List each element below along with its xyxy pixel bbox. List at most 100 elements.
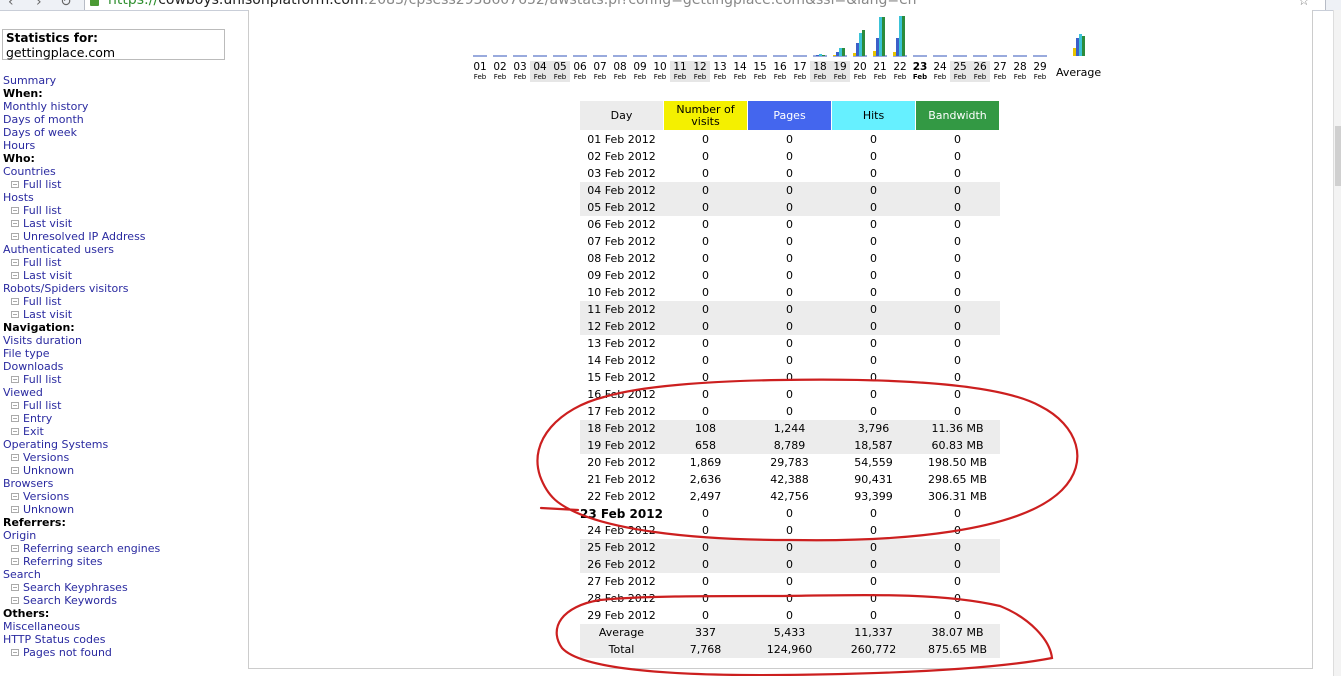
cell-hits: 0 [870, 592, 877, 605]
menu-link-summary[interactable]: Summary [3, 74, 239, 87]
graph-day-label: 17 Feb [790, 61, 810, 82]
menu-link-hosts[interactable]: Hosts [3, 191, 239, 204]
cell-day: 14 Feb 2012 [587, 354, 656, 367]
graph-day-label: 23 Feb [910, 61, 930, 82]
menu-label: Unknown [23, 464, 75, 477]
cell-day: 07 Feb 2012 [587, 235, 656, 248]
menu-link-origin[interactable]: Origin [3, 529, 239, 542]
menu-link-last-visit[interactable]: Last visit [3, 217, 239, 230]
bullet-icon [11, 258, 19, 266]
cell-pages: 0 [786, 286, 793, 299]
menu-link-unknown[interactable]: Unknown [3, 464, 239, 477]
menu-link-viewed[interactable]: Viewed [3, 386, 239, 399]
menu-link-robots-spiders-visitors[interactable]: Robots/Spiders visitors [3, 282, 239, 295]
cell-bandwidth: 0 [954, 405, 961, 418]
graph-baseline-mark [493, 55, 507, 57]
graph-day-label: 05 Feb [550, 61, 570, 82]
menu-link-unknown[interactable]: Unknown [3, 503, 239, 516]
graph-day-month: Feb [493, 73, 507, 81]
menu-link-days-of-month[interactable]: Days of month [3, 113, 239, 126]
graph-day-month: Feb [833, 73, 847, 81]
menu-link-authenticated-users[interactable]: Authenticated users [3, 243, 239, 256]
cell-visits: 0 [702, 371, 709, 384]
menu-link-search[interactable]: Search [3, 568, 239, 581]
table-row: 09 Feb 2012 0 0 0 0 [580, 267, 1000, 284]
graph-baseline-mark [653, 55, 667, 57]
menu-label: Exit [23, 425, 44, 438]
menu-section-when: When: [3, 87, 239, 100]
graph-baseline-mark [693, 55, 707, 57]
menu-link-search-keyphrases[interactable]: Search Keyphrases [3, 581, 239, 594]
menu-label: Countries [3, 165, 56, 178]
menu-link-browsers[interactable]: Browsers [3, 477, 239, 490]
menu-link-search-keywords[interactable]: Search Keywords [3, 594, 239, 607]
graph-day-number: 14 [733, 61, 747, 73]
menu-link-full-list[interactable]: Full list [3, 178, 239, 191]
graph-day-label: 15 Feb [750, 61, 770, 82]
menu-link-versions[interactable]: Versions [3, 451, 239, 464]
menu-link-downloads[interactable]: Downloads [3, 360, 239, 373]
menu-link-countries[interactable]: Countries [3, 165, 239, 178]
reload-icon[interactable]: ↻ [60, 0, 72, 10]
url-text[interactable]: https://cowboys.unisonplatform.com:2083/… [108, 0, 917, 8]
menu-link-last-visit[interactable]: Last visit [3, 269, 239, 282]
cell-visits: 108 [663, 420, 748, 437]
graph-day-number: 12 [693, 61, 707, 73]
cell-bandwidth: 0 [954, 524, 961, 537]
cell-hits: 0 [870, 167, 877, 180]
menu-link-full-list[interactable]: Full list [3, 256, 239, 269]
bookmark-star-icon[interactable]: ☆ [1298, 0, 1310, 9]
graph-day-number: 11 [673, 61, 687, 73]
cell-visits: 658 [663, 437, 748, 454]
cell-visits: 0 [702, 337, 709, 350]
menu-link-file-type[interactable]: File type [3, 347, 239, 360]
table-row: 12 Feb 2012 0 0 0 0 [579, 318, 1000, 335]
cell-visits: 0 [663, 301, 748, 318]
menu-link-versions[interactable]: Versions [3, 490, 239, 503]
menu-link-days-of-week[interactable]: Days of week [3, 126, 239, 139]
menu-link-exit[interactable]: Exit [3, 425, 239, 438]
menu-link-referring-search-engines[interactable]: Referring search engines [3, 542, 239, 555]
menu-link-operating-systems[interactable]: Operating Systems [3, 438, 239, 451]
graph-day-label: 19 Feb [830, 61, 850, 82]
back-icon[interactable]: ‹ [8, 0, 14, 10]
menu-link-full-list[interactable]: Full list [3, 295, 239, 308]
bullet-icon [11, 557, 19, 565]
menu-link-hours[interactable]: Hours [3, 139, 239, 152]
cell-day: 27 Feb 2012 [587, 575, 656, 588]
graph-average-label: Average [1056, 66, 1102, 79]
menu-label: Full list [23, 399, 62, 412]
graph-baseline-mark [933, 55, 947, 57]
menu-link-miscellaneous[interactable]: Miscellaneous [3, 620, 239, 633]
menu-link-entry[interactable]: Entry [3, 412, 239, 425]
menu-link-full-list[interactable]: Full list [3, 399, 239, 412]
cell-pages: 0 [786, 575, 793, 588]
menu-link-referring-sites[interactable]: Referring sites [3, 555, 239, 568]
menu-link-monthly-history[interactable]: Monthly history [3, 100, 239, 113]
graph-day-label: 07 Feb [590, 61, 610, 82]
graph-baseline-mark [513, 55, 527, 57]
cell-pages: 0 [786, 524, 793, 537]
menu-label: When: [3, 87, 43, 100]
cell-day: 20 Feb 2012 [587, 456, 656, 469]
menu-link-last-visit[interactable]: Last visit [3, 308, 239, 321]
forward-icon[interactable]: › [36, 0, 42, 10]
cell-pages: 0 [747, 539, 832, 556]
cell-bandwidth: 0 [954, 609, 961, 622]
cell-pages: 42,756 [770, 490, 809, 503]
menu-label: Versions [23, 490, 70, 503]
menu-link-http-status-codes[interactable]: HTTP Status codes [3, 633, 239, 646]
menu-link-full-list[interactable]: Full list [3, 204, 239, 217]
page-scrollbar[interactable] [1333, 10, 1341, 676]
header-bandwidth: Bandwidth [915, 100, 1000, 131]
menu-link-full-list[interactable]: Full list [3, 373, 239, 386]
scrollbar-thumb[interactable] [1335, 126, 1341, 186]
graph-day-month: Feb [693, 73, 707, 81]
cell-hits: 54,559 [854, 456, 893, 469]
menu-label: Days of month [3, 113, 84, 126]
cell-pages: 0 [747, 199, 832, 216]
menu-link-pages-not-found[interactable]: Pages not found [3, 646, 239, 659]
menu-link-visits-duration[interactable]: Visits duration [3, 334, 239, 347]
average-bandwidth: 38.07 MB [915, 624, 1000, 641]
menu-link-unresolved-ip-address[interactable]: Unresolved IP Address [3, 230, 239, 243]
